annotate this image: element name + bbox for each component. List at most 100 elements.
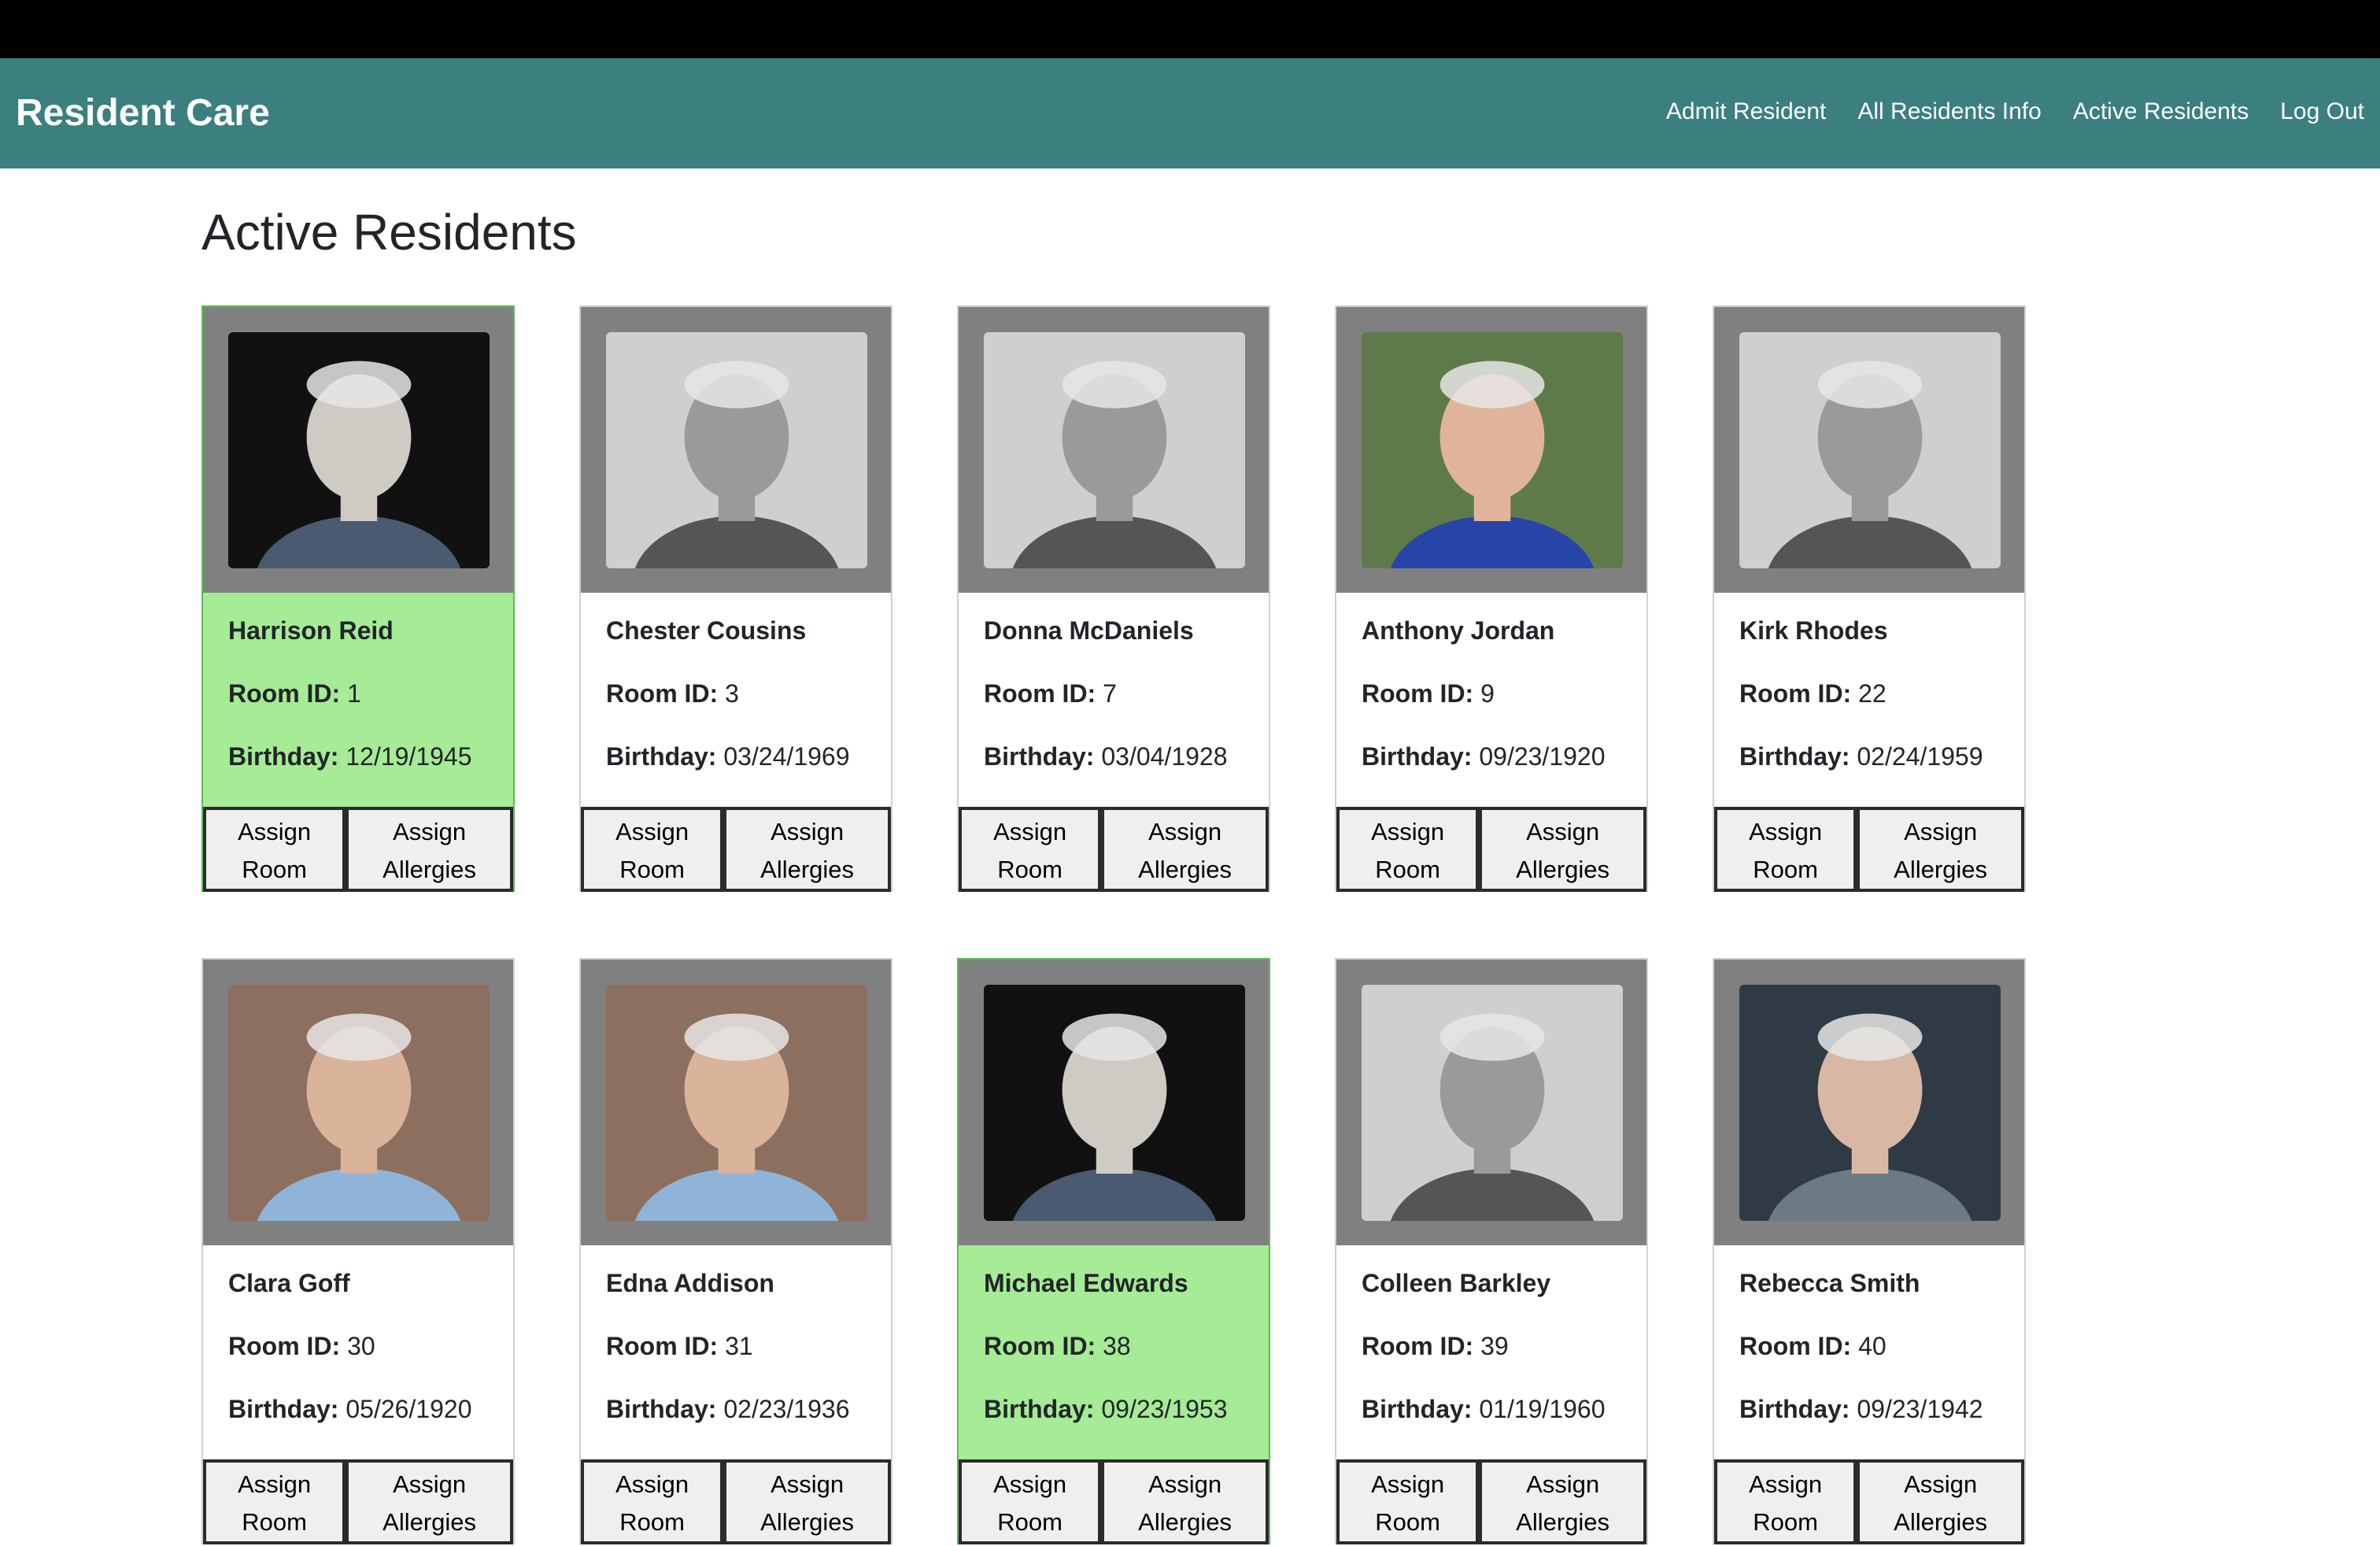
assign-allergies-button[interactable]: Assign Allergies [346, 807, 513, 892]
resident-card[interactable]: Rebecca Smith Room ID: 40 Birthday: 09/23/… [1713, 958, 2026, 1544]
resident-info: Colleen Barkley Room ID: 39 Birthday: 01/1… [1336, 1245, 1646, 1459]
card-actions: Assign Room Assign Allergies [1714, 1459, 2024, 1544]
photo-frame [1714, 960, 2024, 1245]
resident-info: Kirk Rhodes Room ID: 22 Birthday: 02/24/19… [1714, 593, 2024, 807]
resident-card[interactable]: Colleen Barkley Room ID: 39 Birthday: 01/1… [1335, 958, 1648, 1544]
room-id-value: 38 [1103, 1332, 1131, 1360]
resident-photo [228, 332, 490, 568]
birthday-value: 09/23/1920 [1479, 742, 1606, 771]
resident-name: Rebecca Smith [1739, 1269, 1920, 1297]
assign-room-button[interactable]: Assign Room [581, 807, 724, 892]
resident-card[interactable]: Clara Goff Room ID: 30 Birthday: 05/26/192… [201, 958, 515, 1544]
resident-card[interactable]: Kirk Rhodes Room ID: 22 Birthday: 02/24/19… [1713, 305, 2026, 892]
room-id-line: Room ID: 30 [228, 1330, 488, 1362]
birthday-label: Birthday: [1362, 1395, 1473, 1423]
room-id-label: Room ID: [606, 1332, 719, 1360]
resident-info: Edna Addison Room ID: 31 Birthday: 02/23/1… [581, 1245, 891, 1459]
resident-photo [606, 985, 867, 1221]
birthday-value: 03/24/1969 [723, 742, 850, 771]
birthday-value: 09/23/1953 [1101, 1395, 1228, 1423]
room-id-line: Room ID: 3 [606, 678, 866, 709]
room-id-label: Room ID: [1362, 679, 1474, 708]
assign-allergies-button[interactable]: Assign Allergies [1479, 807, 1646, 892]
resident-name: Harrison Reid [228, 616, 394, 645]
resident-card[interactable]: Michael Edwards Room ID: 38 Birthday: 09/2… [957, 958, 1270, 1544]
resident-name: Edna Addison [606, 1269, 774, 1297]
brand-title[interactable]: Resident Care [16, 90, 270, 137]
assign-room-button[interactable]: Assign Room [1336, 807, 1480, 892]
photo-frame [959, 960, 1269, 1245]
resident-name: Anthony Jordan [1362, 616, 1555, 645]
system-top-bar [0, 0, 2380, 58]
birthday-line: Birthday: 09/23/1953 [984, 1393, 1244, 1425]
room-id-line: Room ID: 22 [1739, 678, 1999, 709]
room-id-line: Room ID: 40 [1739, 1330, 1999, 1362]
nav-admit-resident[interactable]: Admit Resident [1666, 96, 1826, 128]
birthday-value: 05/26/1920 [346, 1395, 472, 1423]
assign-allergies-button[interactable]: Assign Allergies [346, 1459, 513, 1544]
room-id-value: 1 [347, 679, 361, 708]
assign-room-button[interactable]: Assign Room [1336, 1459, 1480, 1544]
assign-room-button[interactable]: Assign Room [203, 1459, 346, 1544]
room-id-label: Room ID: [228, 1332, 341, 1360]
assign-allergies-button[interactable]: Assign Allergies [1101, 1459, 1269, 1544]
assign-room-button[interactable]: Assign Room [203, 807, 346, 892]
navbar: Resident Care Admit Resident All Residen… [0, 58, 2380, 168]
assign-allergies-button[interactable]: Assign Allergies [723, 807, 891, 892]
resident-card[interactable]: Harrison Reid Room ID: 1 Birthday: 12/19/1… [201, 305, 515, 892]
photo-frame [959, 307, 1269, 593]
resident-name: Kirk Rhodes [1739, 616, 1888, 645]
photo-frame [1336, 307, 1646, 593]
birthday-label: Birthday: [1739, 1395, 1850, 1423]
resident-info: Harrison Reid Room ID: 1 Birthday: 12/19/1… [203, 593, 513, 807]
resident-photo [606, 332, 867, 568]
assign-allergies-button[interactable]: Assign Allergies [723, 1459, 891, 1544]
birthday-label: Birthday: [606, 742, 717, 771]
birthday-line: Birthday: 09/23/1942 [1739, 1393, 1999, 1425]
resident-card[interactable]: Chester Cousins Room ID: 3 Birthday: 03/24… [579, 305, 893, 892]
resident-info: Anthony Jordan Room ID: 9 Birthday: 09/23/… [1336, 593, 1646, 807]
resident-name: Clara Goff [228, 1269, 350, 1297]
birthday-value: 03/04/1928 [1101, 742, 1228, 771]
assign-room-button[interactable]: Assign Room [959, 807, 1102, 892]
assign-room-button[interactable]: Assign Room [959, 1459, 1102, 1544]
photo-frame [581, 307, 891, 593]
birthday-label: Birthday: [1739, 742, 1850, 771]
room-id-line: Room ID: 31 [606, 1330, 866, 1362]
birthday-line: Birthday: 01/19/1960 [1362, 1393, 1621, 1425]
birthday-label: Birthday: [984, 1395, 1095, 1423]
birthday-value: 02/24/1959 [1857, 742, 1983, 771]
resident-card[interactable]: Donna McDaniels Room ID: 7 Birthday: 03/04… [957, 305, 1270, 892]
assign-room-button[interactable]: Assign Room [581, 1459, 724, 1544]
photo-frame [203, 960, 513, 1245]
room-id-line: Room ID: 1 [228, 678, 488, 709]
assign-room-button[interactable]: Assign Room [1714, 1459, 1857, 1544]
assign-room-button[interactable]: Assign Room [1714, 807, 1857, 892]
assign-allergies-button[interactable]: Assign Allergies [1857, 1459, 2024, 1544]
nav-log-out[interactable]: Log Out [2280, 96, 2364, 128]
assign-allergies-button[interactable]: Assign Allergies [1857, 807, 2024, 892]
room-id-label: Room ID: [1362, 1332, 1474, 1360]
resident-card[interactable]: Anthony Jordan Room ID: 9 Birthday: 09/23/… [1335, 305, 1648, 892]
resident-grid: Harrison Reid Room ID: 1 Birthday: 12/19/1… [201, 305, 2027, 1544]
resident-photo [1362, 985, 1623, 1221]
birthday-line: Birthday: 02/24/1959 [1739, 741, 1999, 772]
assign-allergies-button[interactable]: Assign Allergies [1479, 1459, 1646, 1544]
birthday-line: Birthday: 05/26/1920 [228, 1393, 488, 1425]
resident-name: Donna McDaniels [984, 616, 1194, 645]
assign-allergies-button[interactable]: Assign Allergies [1101, 807, 1269, 892]
birthday-value: 12/19/1945 [346, 742, 472, 771]
birthday-label: Birthday: [984, 742, 1095, 771]
resident-photo [1362, 332, 1623, 568]
resident-card[interactable]: Edna Addison Room ID: 31 Birthday: 02/23/1… [579, 958, 893, 1544]
room-id-line: Room ID: 38 [984, 1330, 1244, 1362]
resident-info: Chester Cousins Room ID: 3 Birthday: 03/24… [581, 593, 891, 807]
resident-name: Colleen Barkley [1362, 1269, 1551, 1297]
nav-all-residents-info[interactable]: All Residents Info [1857, 96, 2041, 128]
birthday-value: 02/23/1936 [723, 1395, 850, 1423]
nav-active-residents[interactable]: Active Residents [2073, 96, 2249, 128]
photo-frame [1336, 960, 1646, 1245]
card-actions: Assign Room Assign Allergies [1714, 807, 2024, 892]
birthday-label: Birthday: [1362, 742, 1473, 771]
room-id-value: 22 [1858, 679, 1887, 708]
